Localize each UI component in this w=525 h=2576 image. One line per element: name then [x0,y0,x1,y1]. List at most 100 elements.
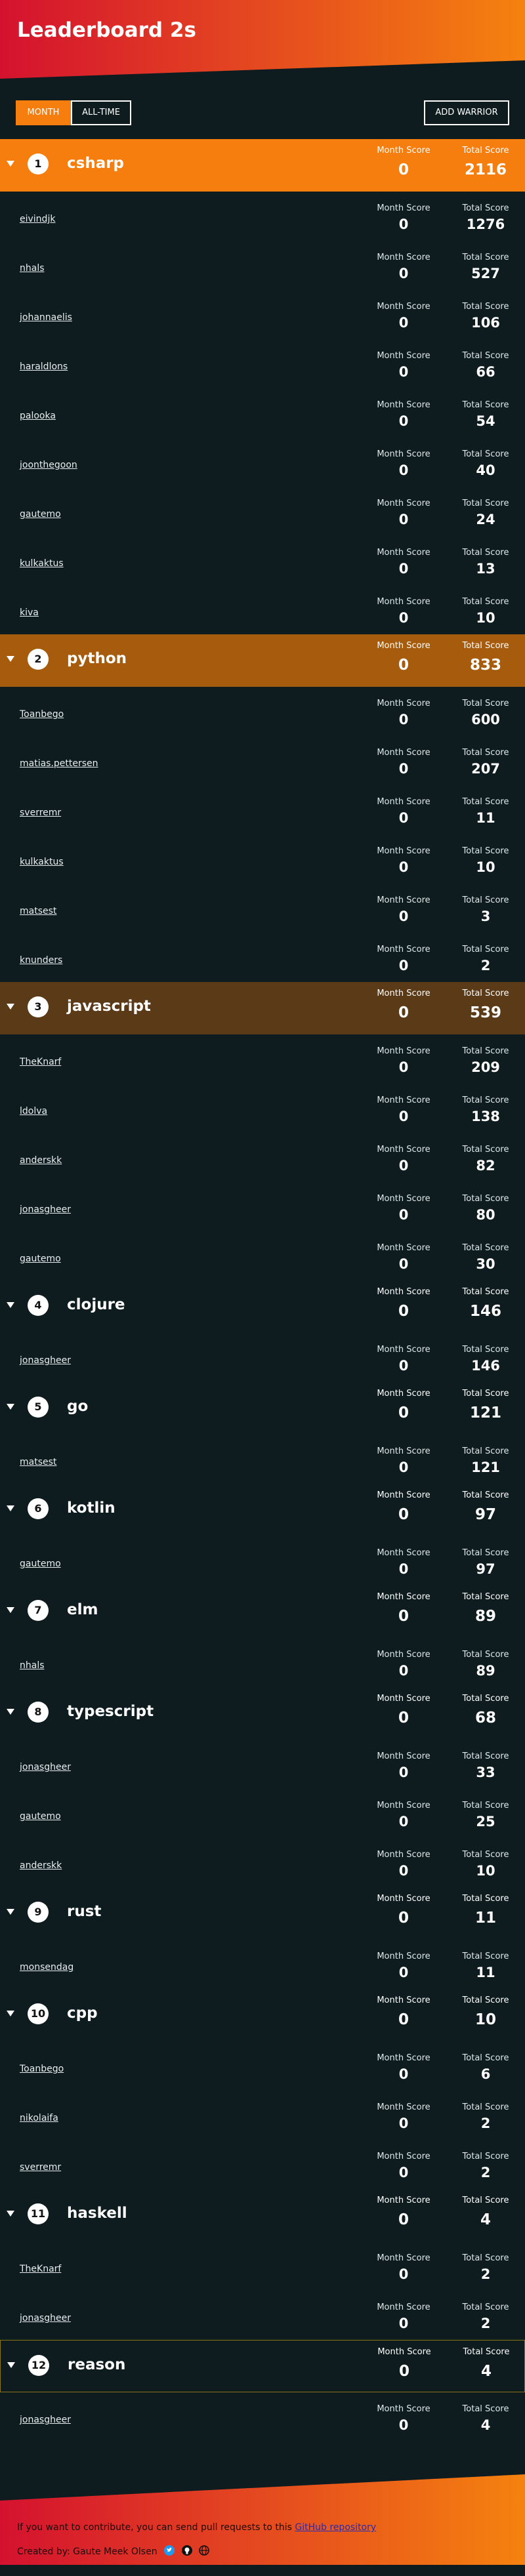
group-month-score: 0 [398,1004,409,1021]
expand-toggle-icon[interactable] [7,161,14,167]
expand-toggle-icon[interactable] [7,656,14,662]
expand-toggle-icon[interactable] [7,1607,14,1613]
month-score-label: Month Score [377,2152,430,2161]
member-link[interactable]: haraldlons [20,361,68,372]
member-row: gautemo Month Score Total Score 0 97 [0,1536,525,1585]
member-link[interactable]: knunders [20,955,62,966]
twitter-icon[interactable] [164,2545,175,2558]
member-link[interactable]: kiva [20,607,39,618]
github-repository-link[interactable]: GitHub repository [295,2522,376,2533]
contribute-text: If you want to contribute, you can send … [17,2522,376,2533]
member-link[interactable]: TheKnarf [20,2264,61,2274]
member-link[interactable]: Toanbego [20,709,64,720]
member-total-score: 121 [471,1460,500,1475]
total-score-label: Total Score [462,1995,509,2005]
rank-badge: 12 [28,2355,49,2376]
member-total-score: 10 [476,859,495,875]
member-month-score: 0 [398,958,409,973]
github-icon[interactable] [181,2545,192,2558]
member-link[interactable]: ldolva [20,1106,47,1116]
expand-toggle-icon[interactable] [7,1004,14,1010]
member-total-score: 138 [471,1109,500,1124]
member-link[interactable]: gautemo [20,1811,61,1822]
member-link[interactable]: nhals [20,263,45,274]
language-group-header[interactable]: 12 reason Month Score Total Score 0 4 [0,2340,525,2392]
member-link[interactable]: jonasgheer [20,2415,71,2425]
member-link[interactable]: jonasgheer [20,2313,71,2323]
member-link[interactable]: matias.pettersen [20,758,98,769]
globe-icon[interactable] [199,2545,209,2558]
language-name: elm [67,1601,98,1618]
member-link[interactable]: gautemo [20,1559,61,1569]
member-link[interactable]: Toanbego [20,2064,64,2074]
member-link[interactable]: monsendag [20,1962,74,1973]
member-month-score: 0 [398,2165,409,2180]
member-link[interactable]: nhals [20,1660,45,1671]
month-score-label: Month Score [377,2404,430,2414]
total-score-label: Total Score [462,2302,509,2312]
member-link[interactable]: anderskk [20,1860,62,1871]
expand-toggle-icon[interactable] [7,2362,15,2368]
member-month-score: 0 [398,364,409,380]
month-score-label: Month Score [377,1694,430,1704]
member-link[interactable]: TheKnarf [20,1057,61,1067]
member-link[interactable]: gautemo [20,509,61,520]
member-row: TheKnarf Month Score Total Score 0 209 [0,1034,525,1084]
member-link[interactable]: kulkaktus [20,857,64,867]
member-link[interactable]: jonasgheer [20,1762,71,1772]
all-time-filter-button[interactable]: ALL-TIME [71,100,131,125]
member-month-score: 0 [398,2417,409,2433]
month-score-label: Month Score [377,699,430,708]
member-row: nhals Month Score Total Score 0 527 [0,241,525,290]
expand-toggle-icon[interactable] [7,1505,14,1511]
member-link[interactable]: nikolaifa [20,2113,58,2123]
member-link[interactable]: anderskk [20,1155,62,1166]
language-group-header[interactable]: 9 rust Month Score Total Score 0 11 [0,1887,525,1940]
language-group-header[interactable]: 8 typescript Month Score Total Score 0 68 [0,1687,525,1740]
language-group-header[interactable]: 5 go Month Score Total Score 0 121 [0,1382,525,1435]
member-total-score: 10 [476,610,495,626]
expand-toggle-icon[interactable] [7,1302,14,1308]
member-month-score: 0 [398,1256,409,1272]
rank-badge: 7 [28,1600,49,1621]
member-row: TheKnarf Month Score Total Score 0 2 [0,2241,525,2291]
month-score-label: Month Score [377,1894,430,1904]
member-link[interactable]: sverremr [20,808,61,818]
language-group-header[interactable]: 10 cpp Month Score Total Score 0 10 [0,1989,525,2041]
member-link[interactable]: joonthegoon [20,460,77,470]
member-link[interactable]: kulkaktus [20,558,64,569]
member-link[interactable]: eivindjk [20,214,55,224]
expand-toggle-icon[interactable] [7,2211,14,2217]
member-total-score: 25 [476,1814,495,1830]
language-group-header[interactable]: 4 clojure Month Score Total Score 0 146 [0,1280,525,1333]
member-link[interactable]: jonasgheer [20,1204,71,1215]
group-total-score: 11 [474,1910,496,1927]
expand-toggle-icon[interactable] [7,1909,14,1915]
language-group-header[interactable]: 2 python Month Score Total Score 0 833 [0,634,525,687]
language-group-header[interactable]: 1 csharp Month Score Total Score 0 2116 [0,139,525,192]
member-link[interactable]: jonasgheer [20,1355,71,1366]
language-group-header[interactable]: 11 haskell Month Score Total Score 0 4 [0,2189,525,2241]
add-warrior-button[interactable]: ADD WARRIOR [424,100,509,125]
language-group-header[interactable]: 7 elm Month Score Total Score 0 89 [0,1585,525,1638]
expand-toggle-icon[interactable] [7,1709,14,1715]
member-link[interactable]: sverremr [20,2162,61,2173]
member-month-score: 0 [398,610,409,626]
rank-badge: 10 [28,2003,49,2024]
expand-toggle-icon[interactable] [7,2011,14,2016]
language-group-header[interactable]: 3 javascript Month Score Total Score 0 539 [0,982,525,1034]
member-link[interactable]: gautemo [20,1254,61,1264]
total-score-label: Total Score [462,1095,509,1105]
month-filter-button[interactable]: MONTH [16,100,71,125]
member-total-score: 2 [480,958,491,973]
month-score-label: Month Score [377,1046,430,1056]
total-score-label: Total Score [462,1751,509,1761]
member-link[interactable]: matsest [20,906,56,916]
member-link[interactable]: johannaelis [20,312,72,323]
expand-toggle-icon[interactable] [7,1404,14,1410]
language-group-header[interactable]: 6 kotlin Month Score Total Score 0 97 [0,1484,525,1536]
month-score-label: Month Score [377,1490,430,1500]
member-link[interactable]: matsest [20,1457,56,1467]
member-link[interactable]: palooka [20,411,56,421]
total-score-label: Total Score [462,203,509,213]
